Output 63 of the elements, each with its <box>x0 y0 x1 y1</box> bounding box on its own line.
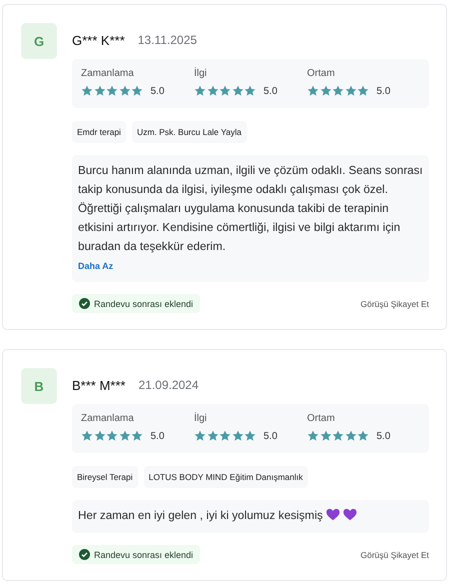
star-icon <box>357 430 369 442</box>
tag: Bireysel Terapi <box>72 466 138 488</box>
star-icon <box>332 430 344 442</box>
star-icon <box>131 430 143 442</box>
star-icon <box>106 85 118 97</box>
star-icon <box>81 85 93 97</box>
star-icon <box>232 85 244 97</box>
tag: Emdr terapi <box>72 121 126 143</box>
badge-text: Randevu sonrası eklendi <box>94 550 194 560</box>
review-text: Her zaman en iyi gelen , iyi ki yolumuz kesişmiş <box>78 509 323 522</box>
star-icon <box>320 430 332 442</box>
avatar: B <box>21 368 57 404</box>
star-icon <box>232 430 244 442</box>
report-link[interactable]: Görüşü Şikayet Et <box>360 550 429 560</box>
star-icon <box>344 85 356 97</box>
star-icon <box>307 85 319 97</box>
star-icon <box>131 85 143 97</box>
heart-icon <box>342 508 357 521</box>
star-icon <box>94 430 106 442</box>
show-less-link[interactable]: Daha Az <box>78 261 114 271</box>
reviewer-name: B*** M*** <box>72 378 126 392</box>
star-icon <box>244 85 256 97</box>
rating-score: 5.0 <box>264 430 278 442</box>
star-icon <box>219 430 231 442</box>
star-icon <box>206 85 218 97</box>
reviewer-name: G*** K*** <box>72 32 125 48</box>
star-icon <box>94 85 106 97</box>
star-icon <box>118 85 130 97</box>
rating-score: 5.0 <box>264 86 278 96</box>
rating-label: Zamanlama <box>81 68 135 79</box>
check-circle-icon <box>79 549 90 560</box>
rating-label: Zamanlama <box>81 413 135 424</box>
star-icon <box>332 85 344 97</box>
star-icon <box>81 430 93 442</box>
star-icon <box>344 430 356 442</box>
star-icon <box>206 430 218 442</box>
badge-text: Randevu sonrası eklendi <box>94 298 194 308</box>
star-icon <box>307 430 319 442</box>
check-circle-icon <box>79 298 90 309</box>
review-date: 13.11.2025 <box>138 33 197 47</box>
avatar: G <box>21 23 57 59</box>
rating-label: İlgi <box>194 68 208 79</box>
rating-score: 5.0 <box>150 86 164 96</box>
tag: Uzm. Psk. Burcu Lale Yayla <box>132 121 246 143</box>
rating-score: 5.0 <box>150 430 164 442</box>
review-text: Burcu hanım alanında uzman, ilgili ve çözüm odaklı. Seans sonrası takip konusunda da ilgisi, iyileşme odaklı çalışması çok özel. Öğrettiği çalışmaları uygulama konusunda takibi de terapinin etkisini artırıyor. Kendisine cömertliği, ilgisi ve bilgi aktarımı için buradan da teşekkür ederim. <box>78 164 423 253</box>
star-icon <box>194 85 206 97</box>
star-icon <box>194 430 206 442</box>
star-icon <box>357 85 369 97</box>
star-icon <box>219 85 231 97</box>
rating-score: 5.0 <box>376 86 390 96</box>
rating-score: 5.0 <box>376 430 390 442</box>
heart-icon <box>326 508 340 521</box>
review-date: 21.09.2024 <box>138 378 199 392</box>
rating-label: Ortam <box>307 68 336 79</box>
star-icon <box>320 85 332 97</box>
rating-label: İlgi <box>194 413 208 424</box>
star-icon <box>118 430 130 442</box>
star-icon <box>244 430 256 442</box>
report-link[interactable]: Görüşü Şikayet Et <box>360 298 429 308</box>
star-icon <box>106 430 118 442</box>
rating-label: Ortam <box>307 413 336 424</box>
tag: LOTUS BODY MIND Eğitim Danışmanlık <box>144 466 308 488</box>
